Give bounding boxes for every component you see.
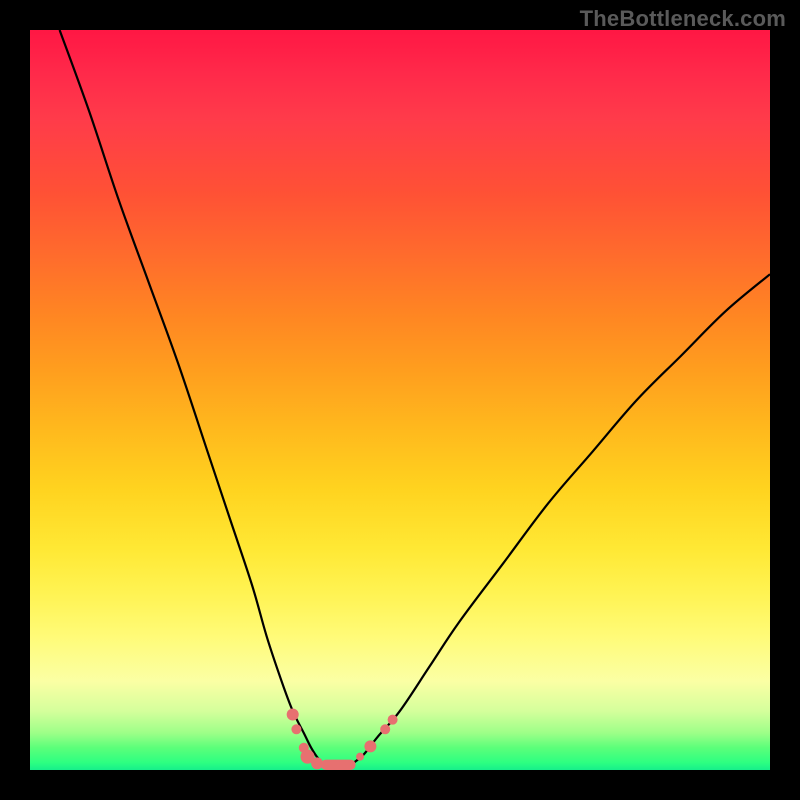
curve-right xyxy=(341,274,770,770)
flat-marker-bar xyxy=(321,760,356,770)
marker-dot xyxy=(356,753,364,761)
chart-frame: TheBottleneck.com xyxy=(0,0,800,800)
chart-svg xyxy=(30,30,770,770)
marker-dot xyxy=(291,724,301,734)
plot-area xyxy=(30,30,770,770)
markers-group xyxy=(287,709,398,771)
marker-dot xyxy=(287,709,299,721)
marker-dot xyxy=(380,724,390,734)
marker-dot xyxy=(311,757,323,769)
marker-dot xyxy=(388,715,398,725)
watermark-text: TheBottleneck.com xyxy=(580,6,786,32)
marker-dot xyxy=(364,740,376,752)
curve-left xyxy=(60,30,341,770)
